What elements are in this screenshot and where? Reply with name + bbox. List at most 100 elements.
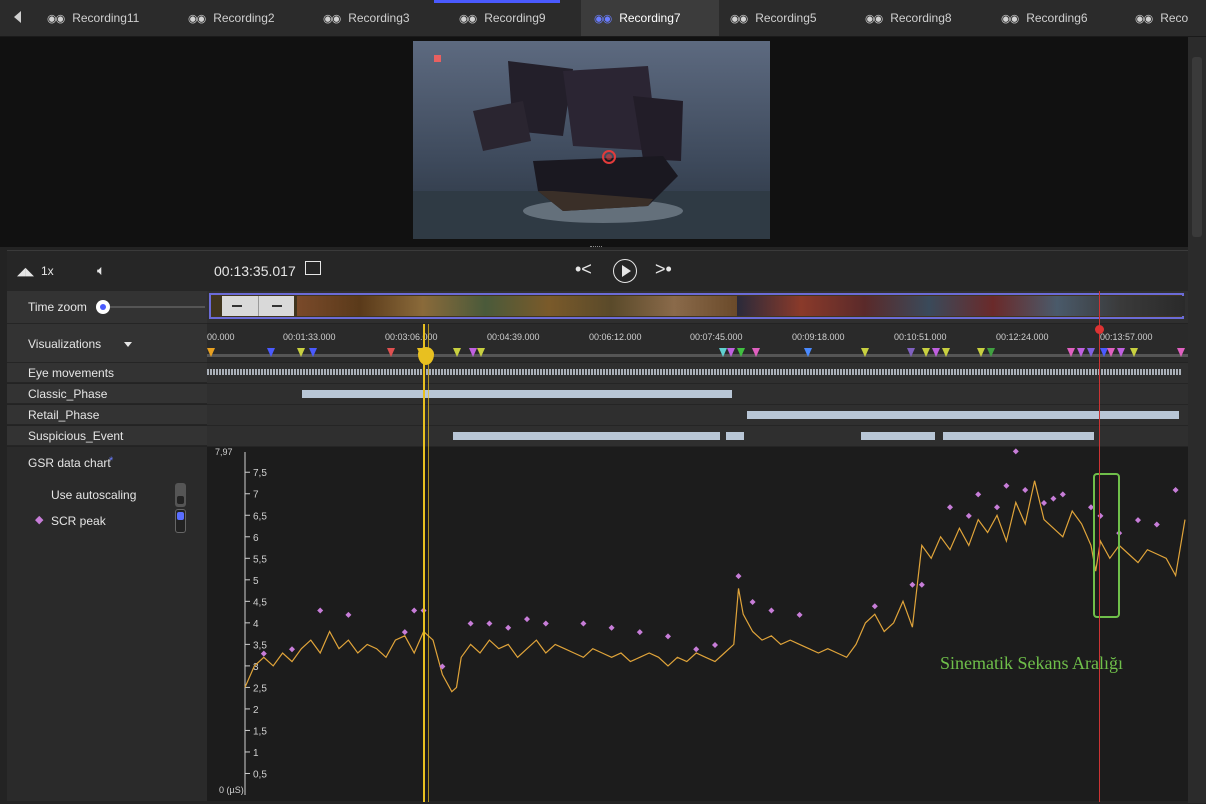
event-marker bbox=[1067, 348, 1075, 357]
tab-recording11[interactable]: ◉◉ Recording11 bbox=[47, 0, 167, 36]
y-tick-label: 7 bbox=[253, 490, 259, 501]
scr-peak-marker bbox=[486, 620, 493, 627]
suspicious-event-bar[interactable] bbox=[943, 432, 1094, 440]
scrollbar-thumb[interactable] bbox=[1192, 57, 1202, 237]
tab-recording2[interactable]: ◉◉ Recording2 bbox=[188, 0, 308, 36]
speed-icon[interactable]: ◢◣ bbox=[17, 265, 34, 278]
suspicious-event-bar[interactable] bbox=[453, 432, 720, 440]
tab-label: Recording2 bbox=[213, 11, 275, 25]
visualizations-dropdown[interactable]: Visualizations bbox=[28, 337, 101, 351]
play-icon bbox=[622, 265, 631, 277]
gsr-chart-svg: 7,576,565,554,543,532,521,510,5 bbox=[244, 448, 1186, 795]
y-tick-label: 4 bbox=[253, 619, 259, 630]
suspicious-event-track bbox=[207, 426, 1188, 447]
gsr-settings-panel: GSR data chart * Use autoscaling ◆ SCR p… bbox=[7, 447, 207, 801]
eye-movements-track bbox=[207, 363, 1188, 384]
event-marker bbox=[922, 348, 930, 357]
tab-recording8[interactable]: ◉◉ Recording8 bbox=[865, 0, 985, 36]
event-marker bbox=[453, 348, 461, 357]
recording-icon: ◉◉ bbox=[47, 12, 65, 25]
timeline-tick-label: 00:09:18.000 bbox=[792, 332, 845, 342]
volume-icon[interactable]: 🔈︎ bbox=[97, 262, 105, 279]
tab-recording3[interactable]: ◉◉ Recording3 bbox=[323, 0, 443, 36]
tab-scroll-left-icon[interactable] bbox=[14, 11, 21, 23]
scr-peak-marker bbox=[994, 504, 1000, 511]
chevron-down-icon[interactable] bbox=[124, 342, 132, 347]
tab-recording9[interactable]: ◉◉ Recording9 bbox=[459, 0, 579, 36]
timeline-tick-label: 00:12:24.000 bbox=[996, 332, 1049, 342]
y-tick-label: 0,5 bbox=[253, 769, 267, 780]
vertical-scrollbar[interactable] bbox=[1188, 37, 1206, 803]
event-marker bbox=[942, 348, 950, 357]
y-tick-label: 5,5 bbox=[253, 554, 267, 565]
timeline-tick-label: 00:03:06.000 bbox=[385, 332, 438, 342]
snapshot-icon[interactable] bbox=[305, 261, 321, 275]
tab-recording6[interactable]: ◉◉ Recording6 bbox=[1001, 0, 1121, 36]
event-marker bbox=[987, 348, 995, 357]
scr-peak-marker bbox=[467, 620, 474, 627]
scr-peak-marker bbox=[947, 504, 953, 511]
y-tick-label: 2 bbox=[253, 705, 259, 716]
timeline-ruler[interactable] bbox=[207, 324, 1188, 362]
scr-peak-toggle[interactable] bbox=[175, 509, 186, 533]
event-marker bbox=[737, 348, 745, 357]
zoom-out-buttons[interactable] bbox=[222, 296, 294, 316]
timeline-tick-label: 00:10:51.000 bbox=[894, 332, 947, 342]
event-marker bbox=[477, 348, 485, 357]
playback-speed[interactable]: 1x bbox=[41, 264, 54, 278]
recording-icon: ◉◉ bbox=[594, 12, 612, 25]
suspicious-event-bar[interactable] bbox=[861, 432, 935, 440]
y-tick-label: 1,5 bbox=[253, 726, 267, 737]
current-timestamp: 00:13:35.017 bbox=[214, 263, 296, 279]
retail-phase-bar[interactable] bbox=[747, 411, 1179, 419]
visualizations-cell[interactable]: Visualizations bbox=[7, 324, 207, 363]
suspicious-event-bar[interactable] bbox=[726, 432, 744, 440]
playhead-line[interactable] bbox=[423, 324, 425, 802]
gsr-title: GSR data chart bbox=[28, 456, 111, 470]
scr-peak-marker bbox=[1135, 517, 1141, 524]
tab-recording-partial[interactable]: ◉◉ Reco bbox=[1135, 0, 1206, 36]
scr-peak-marker bbox=[608, 624, 615, 631]
y-tick-label: 6 bbox=[253, 533, 259, 544]
scr-peak-marker bbox=[636, 629, 643, 636]
thumbnail-strip[interactable] bbox=[207, 291, 1188, 323]
classic-phase-bar[interactable] bbox=[302, 390, 732, 398]
eye-movements-label: Eye movements bbox=[7, 363, 207, 383]
video-frame[interactable] bbox=[413, 41, 770, 239]
scr-peak-marker bbox=[505, 624, 512, 631]
y-tick-label: 3,5 bbox=[253, 640, 267, 651]
event-marker bbox=[861, 348, 869, 357]
scr-peak-marker bbox=[665, 633, 671, 640]
scr-peak-marker bbox=[1012, 448, 1019, 455]
timeline-tick-label: 00:07:45.000 bbox=[690, 332, 743, 342]
scr-peak-marker bbox=[317, 607, 324, 614]
time-zoom-slider-track[interactable] bbox=[105, 306, 205, 308]
annotation-label: Sinematik Sekans Aralığı bbox=[940, 653, 1123, 673]
tab-recording5[interactable]: ◉◉ Recording5 bbox=[730, 0, 850, 36]
scr-peak-marker bbox=[1050, 495, 1057, 502]
y-tick-label: 1 bbox=[253, 748, 259, 759]
cursor-marker[interactable] bbox=[1095, 325, 1104, 334]
tab-recording7[interactable]: ◉◉ Recording7 bbox=[581, 0, 719, 36]
time-zoom-slider-handle[interactable] bbox=[96, 300, 110, 314]
event-marker bbox=[267, 348, 275, 357]
tab-label: Recording6 bbox=[1026, 11, 1088, 25]
event-marker bbox=[727, 348, 735, 357]
required-mark: * bbox=[109, 455, 114, 467]
recording-icon: ◉◉ bbox=[323, 12, 341, 25]
playback-controls: ◢◣ 1x 🔈︎ 00:13:35.017 •< >• bbox=[7, 250, 1188, 291]
thumbnails-segment-2 bbox=[737, 296, 1185, 316]
suspicious-event-label: Suspicious_Event bbox=[7, 426, 207, 446]
play-button[interactable] bbox=[613, 259, 637, 283]
scr-peak-marker bbox=[1003, 482, 1010, 489]
use-autoscaling-toggle[interactable] bbox=[175, 483, 186, 507]
classic-phase-label: Classic_Phase bbox=[7, 384, 207, 404]
event-marker bbox=[1117, 348, 1125, 357]
step-back-icon[interactable]: •< bbox=[575, 259, 592, 280]
event-marker bbox=[469, 348, 477, 357]
recording-icon: ◉◉ bbox=[188, 12, 206, 25]
scr-peak-marker bbox=[345, 611, 352, 618]
step-forward-icon[interactable]: >• bbox=[655, 259, 672, 280]
scr-peak-marker bbox=[871, 603, 878, 610]
record-indicator bbox=[434, 55, 441, 62]
